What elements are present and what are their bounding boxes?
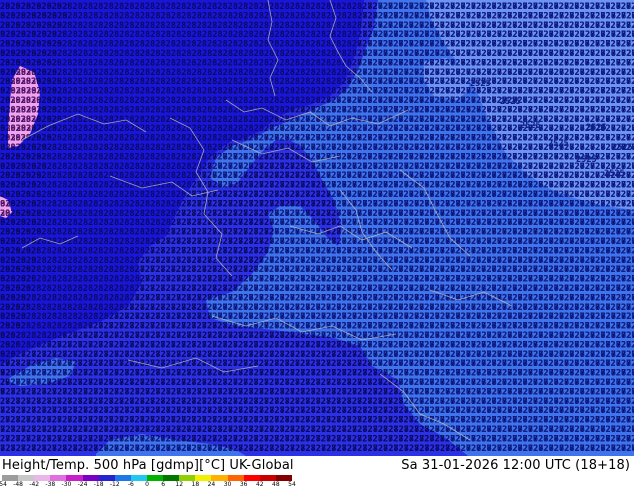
map-footer: Height/Temp. 500 hPa [gdmp][°C] UK-Globa…	[0, 456, 634, 490]
legend-tick: -24	[77, 481, 88, 488]
map-title: Height/Temp. 500 hPa [gdmp][°C] UK-Globa…	[2, 458, 294, 473]
contour-labels: 2828282828282828282828282828282828282828…	[0, 2, 634, 454]
legend-tick: 30	[223, 481, 232, 488]
legend-tick: 24	[207, 481, 216, 488]
legend-tick: 48	[272, 481, 280, 488]
color-legend: -54 -48 -42 -38 -30 -24 -18 -12 -6 0 6 12 18 24 30 36 42…	[0, 475, 302, 490]
legend-tick: 36	[239, 481, 248, 488]
map-timestamp: Sa 31-01-2026 12:00 UTC (18+18)	[401, 458, 630, 473]
legend-tick: -6	[127, 481, 134, 488]
legend-tick: -18	[93, 481, 104, 488]
weather-map-app: 2828282828282828282828282828282828282828…	[0, 0, 634, 490]
legend-tick: -54	[0, 481, 7, 488]
legend-tick: -38	[45, 481, 56, 488]
legend-tick: 42	[255, 481, 264, 488]
legend-tick: 0	[145, 481, 149, 488]
legend-tick: 18	[191, 481, 200, 488]
legend-tick: -48	[13, 481, 24, 488]
legend-tick: -42	[29, 481, 40, 488]
legend-tick: 54	[288, 481, 296, 488]
legend-tick: -30	[61, 481, 72, 488]
temperature-map: 2828282828282828282828282828282828282828…	[0, 0, 634, 456]
legend-tick: 12	[175, 481, 184, 488]
legend-tick: -12	[109, 481, 120, 488]
legend-tick: 6	[161, 481, 166, 488]
